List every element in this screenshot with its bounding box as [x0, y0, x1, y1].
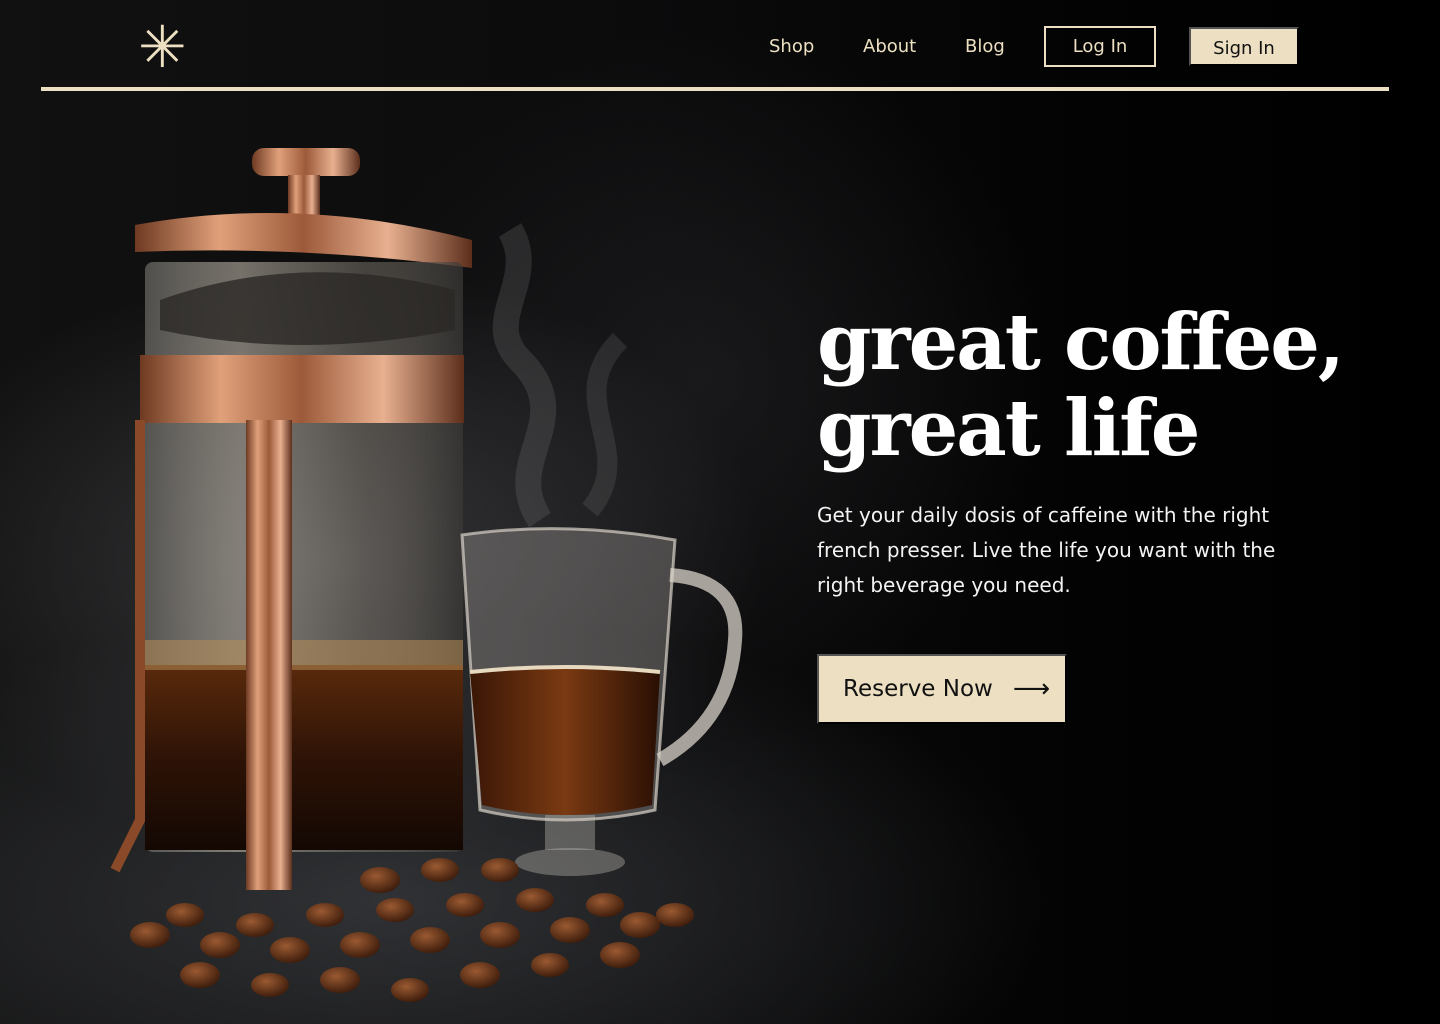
signin-button[interactable]: Sign In [1189, 27, 1299, 66]
nav-link-about[interactable]: About [863, 33, 916, 61]
nav-link-shop[interactable]: Shop [769, 33, 814, 61]
hero-content: great coffee, great life Get your daily … [817, 300, 1377, 603]
reserve-now-button[interactable]: Reserve Now ⟶ [817, 654, 1067, 724]
login-button[interactable]: Log In [1044, 26, 1156, 67]
hero-title-line-2: great life [817, 383, 1200, 474]
arrow-right-icon: ⟶ [1012, 674, 1051, 704]
nav-divider [41, 87, 1389, 91]
hero-title: great coffee, great life [817, 300, 1377, 472]
asterisk-icon[interactable]: ✳ [138, 18, 187, 76]
nav-link-blog[interactable]: Blog [965, 33, 1005, 61]
hero-subtitle: Get your daily dosis of caffeine with th… [817, 503, 1276, 597]
reserve-now-label: Reserve Now [843, 676, 993, 702]
hero-title-line-1: great coffee, [817, 297, 1345, 388]
navbar: ✳ Shop About Blog Log In Sign In [0, 0, 1440, 92]
